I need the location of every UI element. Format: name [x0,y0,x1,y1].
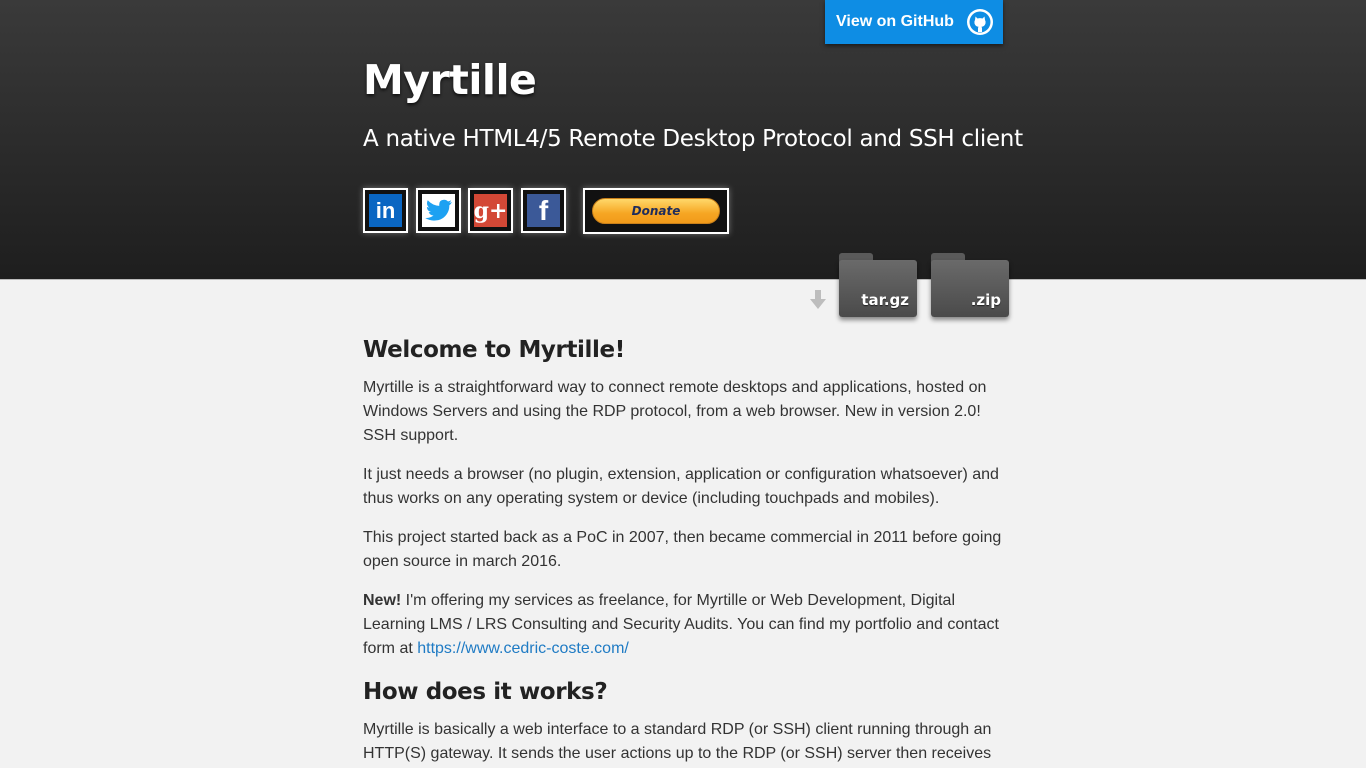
linkedin-share-button[interactable]: in [363,188,408,233]
page-subtitle: A native HTML4/5 Remote Desktop Protocol… [363,126,1023,152]
github-octocat-icon [967,9,993,35]
browser-paragraph: It just needs a browser (no plugin, exte… [363,466,999,507]
how-it-works-heading: How does it works? [363,679,608,705]
history-paragraph: This project started back as a PoC in 20… [363,529,1002,570]
google-plus-icon: g+ [474,194,507,227]
donate-label: Donate [592,198,720,224]
linkedin-icon: in [369,194,402,227]
how-it-works-paragraph: Myrtille is basically a web interface to… [363,721,992,762]
main-content: Welcome to Myrtille! Myrtille is a strai… [363,334,1008,768]
freelance-paragraph: New! I'm offering my services as freelan… [363,589,1008,661]
zip-label: .zip [970,291,1001,309]
facebook-share-button[interactable]: f [521,188,566,233]
download-tar-gz-button[interactable]: tar.gz [839,253,917,317]
download-arrow-icon [810,290,826,309]
donate-button[interactable]: Donate [583,188,729,234]
welcome-heading: Welcome to Myrtille! [363,337,625,363]
page-header: View on GitHub Myrtille A native HTML4/5… [0,0,1366,280]
portfolio-link[interactable]: https://www.cedric-coste.com/ [417,640,629,657]
view-on-github-button[interactable]: View on GitHub [825,0,1003,44]
facebook-icon: f [527,194,560,227]
twitter-share-button[interactable] [416,188,461,233]
google-plus-share-button[interactable]: g+ [468,188,513,233]
tar-gz-label: tar.gz [861,291,909,309]
twitter-icon [422,194,455,227]
github-button-label: View on GitHub [836,13,954,30]
new-badge: New! [363,592,402,609]
intro-paragraph: Myrtille is a straightforward way to con… [363,379,987,444]
page-title: Myrtille [363,56,537,104]
download-zip-button[interactable]: .zip [931,253,1009,317]
